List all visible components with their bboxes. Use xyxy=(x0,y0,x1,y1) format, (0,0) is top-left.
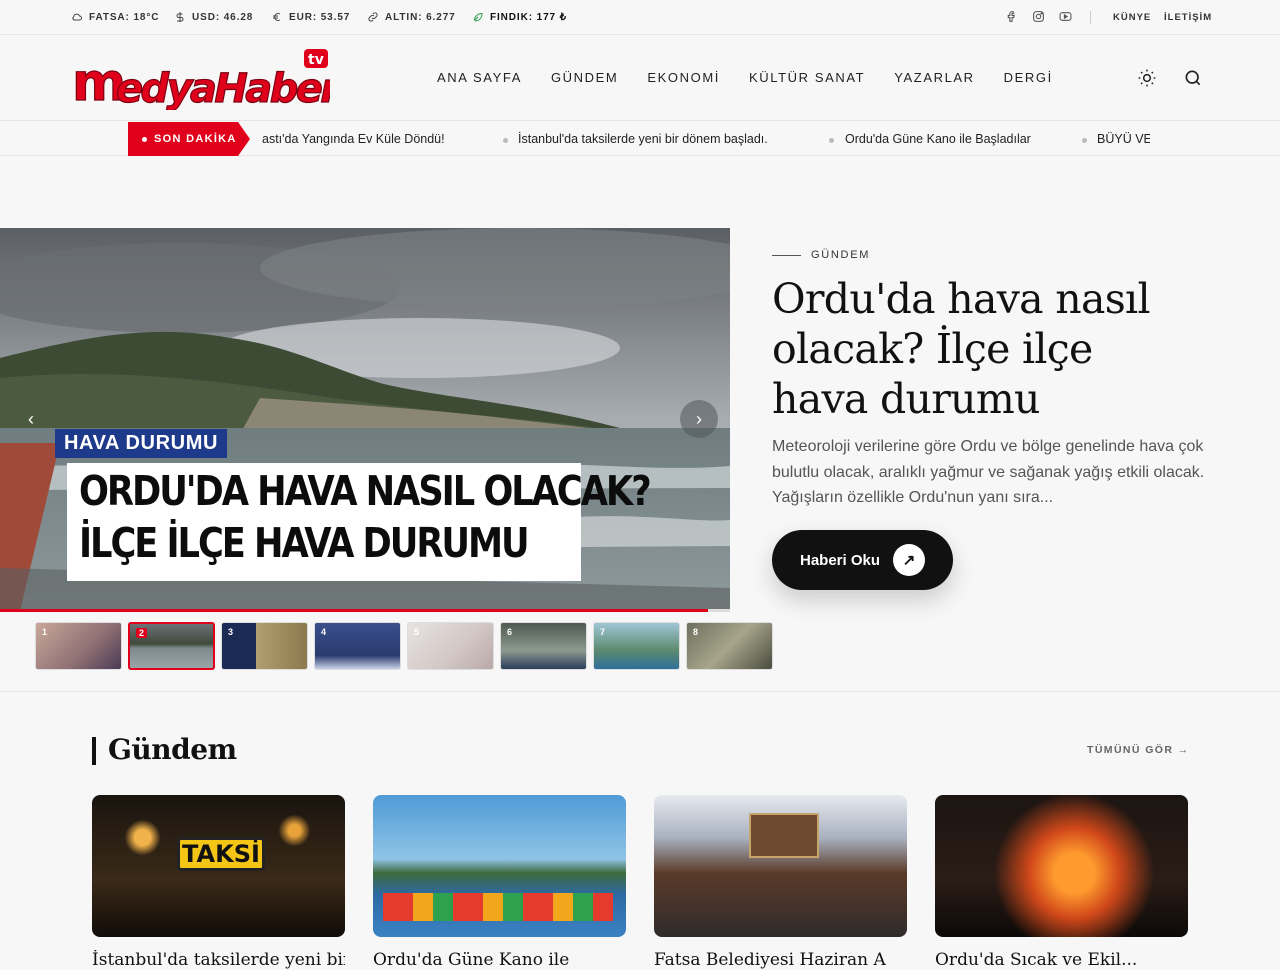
section-divider xyxy=(0,691,1280,692)
nav-yazarlar[interactable]: YAZARLAR xyxy=(894,70,974,85)
breaking-news-bar: SON DAKİKA astı'da Yangında Ev Küle Dönd… xyxy=(0,122,1280,156)
kunye-link[interactable]: KÜNYE xyxy=(1113,12,1151,23)
nav-gundem[interactable]: GÜNDEM xyxy=(551,70,618,85)
instagram-icon[interactable] xyxy=(1032,10,1045,23)
theme-toggle-icon[interactable] xyxy=(1137,68,1157,88)
slider-progress xyxy=(0,609,730,612)
svg-text:tv: tv xyxy=(308,52,324,68)
news-card-image[interactable] xyxy=(654,795,907,937)
nav-ekonomi[interactable]: EKONOMİ xyxy=(647,70,720,85)
eur-rate: EUR: 53.57 xyxy=(271,11,350,23)
nav-home[interactable]: ANA SAYFA xyxy=(437,70,522,85)
news-card-image[interactable]: TAKSİ xyxy=(92,795,345,937)
hero-title[interactable]: Ordu'da hava nasıl olacak? İlçe ilçe hav… xyxy=(772,274,1192,424)
nav-dergi[interactable]: DERGİ xyxy=(1004,70,1053,85)
breaking-item[interactable]: BÜYÜ VE xyxy=(1097,132,1150,146)
bullet xyxy=(1082,138,1087,143)
gold-rate: ALTIN: 6.277 xyxy=(367,11,456,23)
slider-thumb[interactable]: 4 xyxy=(314,622,401,670)
search-icon[interactable] xyxy=(1183,68,1203,88)
section-title: Gündem xyxy=(108,733,237,766)
image-headline-box: ORDU'DA HAVA NASIL OLACAK? İLÇE İLÇE HAV… xyxy=(67,463,652,581)
contact-link[interactable]: İLETİŞİM xyxy=(1164,12,1212,23)
slider-thumb[interactable]: 8 xyxy=(686,622,773,670)
site-logo[interactable]: m edyaHaber tv xyxy=(70,48,330,110)
slider-thumb[interactable]: 7 xyxy=(593,622,680,670)
news-card-title[interactable]: Ordu'da Sıcak ve Ekil... xyxy=(935,950,1188,970)
hero-category[interactable]: GÜNDEM xyxy=(772,249,870,261)
dollar-icon xyxy=(176,12,184,22)
news-card-title[interactable]: İstanbul'da taksilerde yeni bir xyxy=(92,950,345,970)
bullet xyxy=(829,138,834,143)
breaking-badge: SON DAKİKA xyxy=(128,122,250,156)
breaking-item[interactable]: Ordu'da Güne Kano ile Başladılar xyxy=(845,132,1031,146)
image-headline-line-2: İLÇE İLÇE HAVA DURUMU xyxy=(79,519,530,567)
news-card-title[interactable]: Ordu'da Güne Kano ile xyxy=(373,950,626,970)
slider-thumb[interactable]: 6 xyxy=(500,622,587,670)
arrow-up-right-icon: ↗ xyxy=(893,544,925,576)
slider-thumb-active[interactable]: 2 xyxy=(128,622,215,670)
slider-progress-fill xyxy=(0,609,709,612)
social-links xyxy=(1005,10,1072,23)
slider-prev-button[interactable]: ‹ xyxy=(12,400,50,438)
svg-text:edyaHaber: edyaHaber xyxy=(116,66,330,110)
main-nav: ANA SAYFA GÜNDEM EKONOMİ KÜLTÜR SANAT YA… xyxy=(437,70,1053,85)
youtube-icon[interactable] xyxy=(1059,10,1072,23)
slider-thumb[interactable]: 3 xyxy=(221,622,308,670)
usd-rate: USD: 46.28 xyxy=(174,11,253,23)
hero-description: Meteoroloji verilerine göre Ordu ve bölg… xyxy=(772,438,1205,506)
image-tag: HAVA DURUMU xyxy=(55,429,227,458)
divider xyxy=(1090,11,1091,24)
breaking-item[interactable]: İstanbul'da taksilerde yeni bir dönem ba… xyxy=(518,132,768,146)
hazelnut-rate: FINDIK: 177 ₺ xyxy=(472,11,567,23)
council-graphic xyxy=(749,813,819,858)
kayaks-graphic xyxy=(383,893,613,921)
breaking-ticker: astı'da Yangında Ev Küle Döndü! İstanbul… xyxy=(262,122,1150,156)
taxi-sign-graphic: TAKSİ xyxy=(177,837,265,871)
news-card-image[interactable] xyxy=(935,795,1188,937)
news-card-title[interactable]: Fatsa Belediyesi Haziran A xyxy=(654,950,907,970)
slider-thumb[interactable]: 5 xyxy=(407,622,494,670)
euro-icon xyxy=(273,13,281,21)
cloud-icon xyxy=(72,13,82,21)
link-icon xyxy=(368,12,378,22)
read-more-button[interactable]: Haberi Oku ↗ xyxy=(772,530,953,590)
leaf-icon xyxy=(474,12,483,22)
breaking-item[interactable]: astı'da Yangında Ev Küle Döndü! xyxy=(262,132,445,146)
bullet xyxy=(503,138,508,143)
facebook-icon[interactable] xyxy=(1005,10,1018,23)
image-headline-line-1: ORDU'DA HAVA NASIL OLACAK? xyxy=(79,467,652,515)
section-accent-bar xyxy=(92,737,96,765)
slider-thumb[interactable]: 1 xyxy=(35,622,122,670)
top-bar: FATSA: 18°C USD: 46.28 EUR: 53.57 ALTIN:… xyxy=(0,0,1280,35)
slider-next-button[interactable]: › xyxy=(680,400,718,438)
nav-kultur-sanat[interactable]: KÜLTÜR SANAT xyxy=(749,70,865,85)
weather-info: FATSA: 18°C xyxy=(71,11,159,23)
site-header: m edyaHaber tv ANA SAYFA GÜNDEM EKONOMİ … xyxy=(0,36,1280,121)
slider-thumbnails: 1 2 3 4 5 6 7 8 xyxy=(35,622,773,670)
see-all-link[interactable]: TÜMÜNÜ GÖR → xyxy=(1087,744,1190,756)
news-card-image[interactable] xyxy=(373,795,626,937)
